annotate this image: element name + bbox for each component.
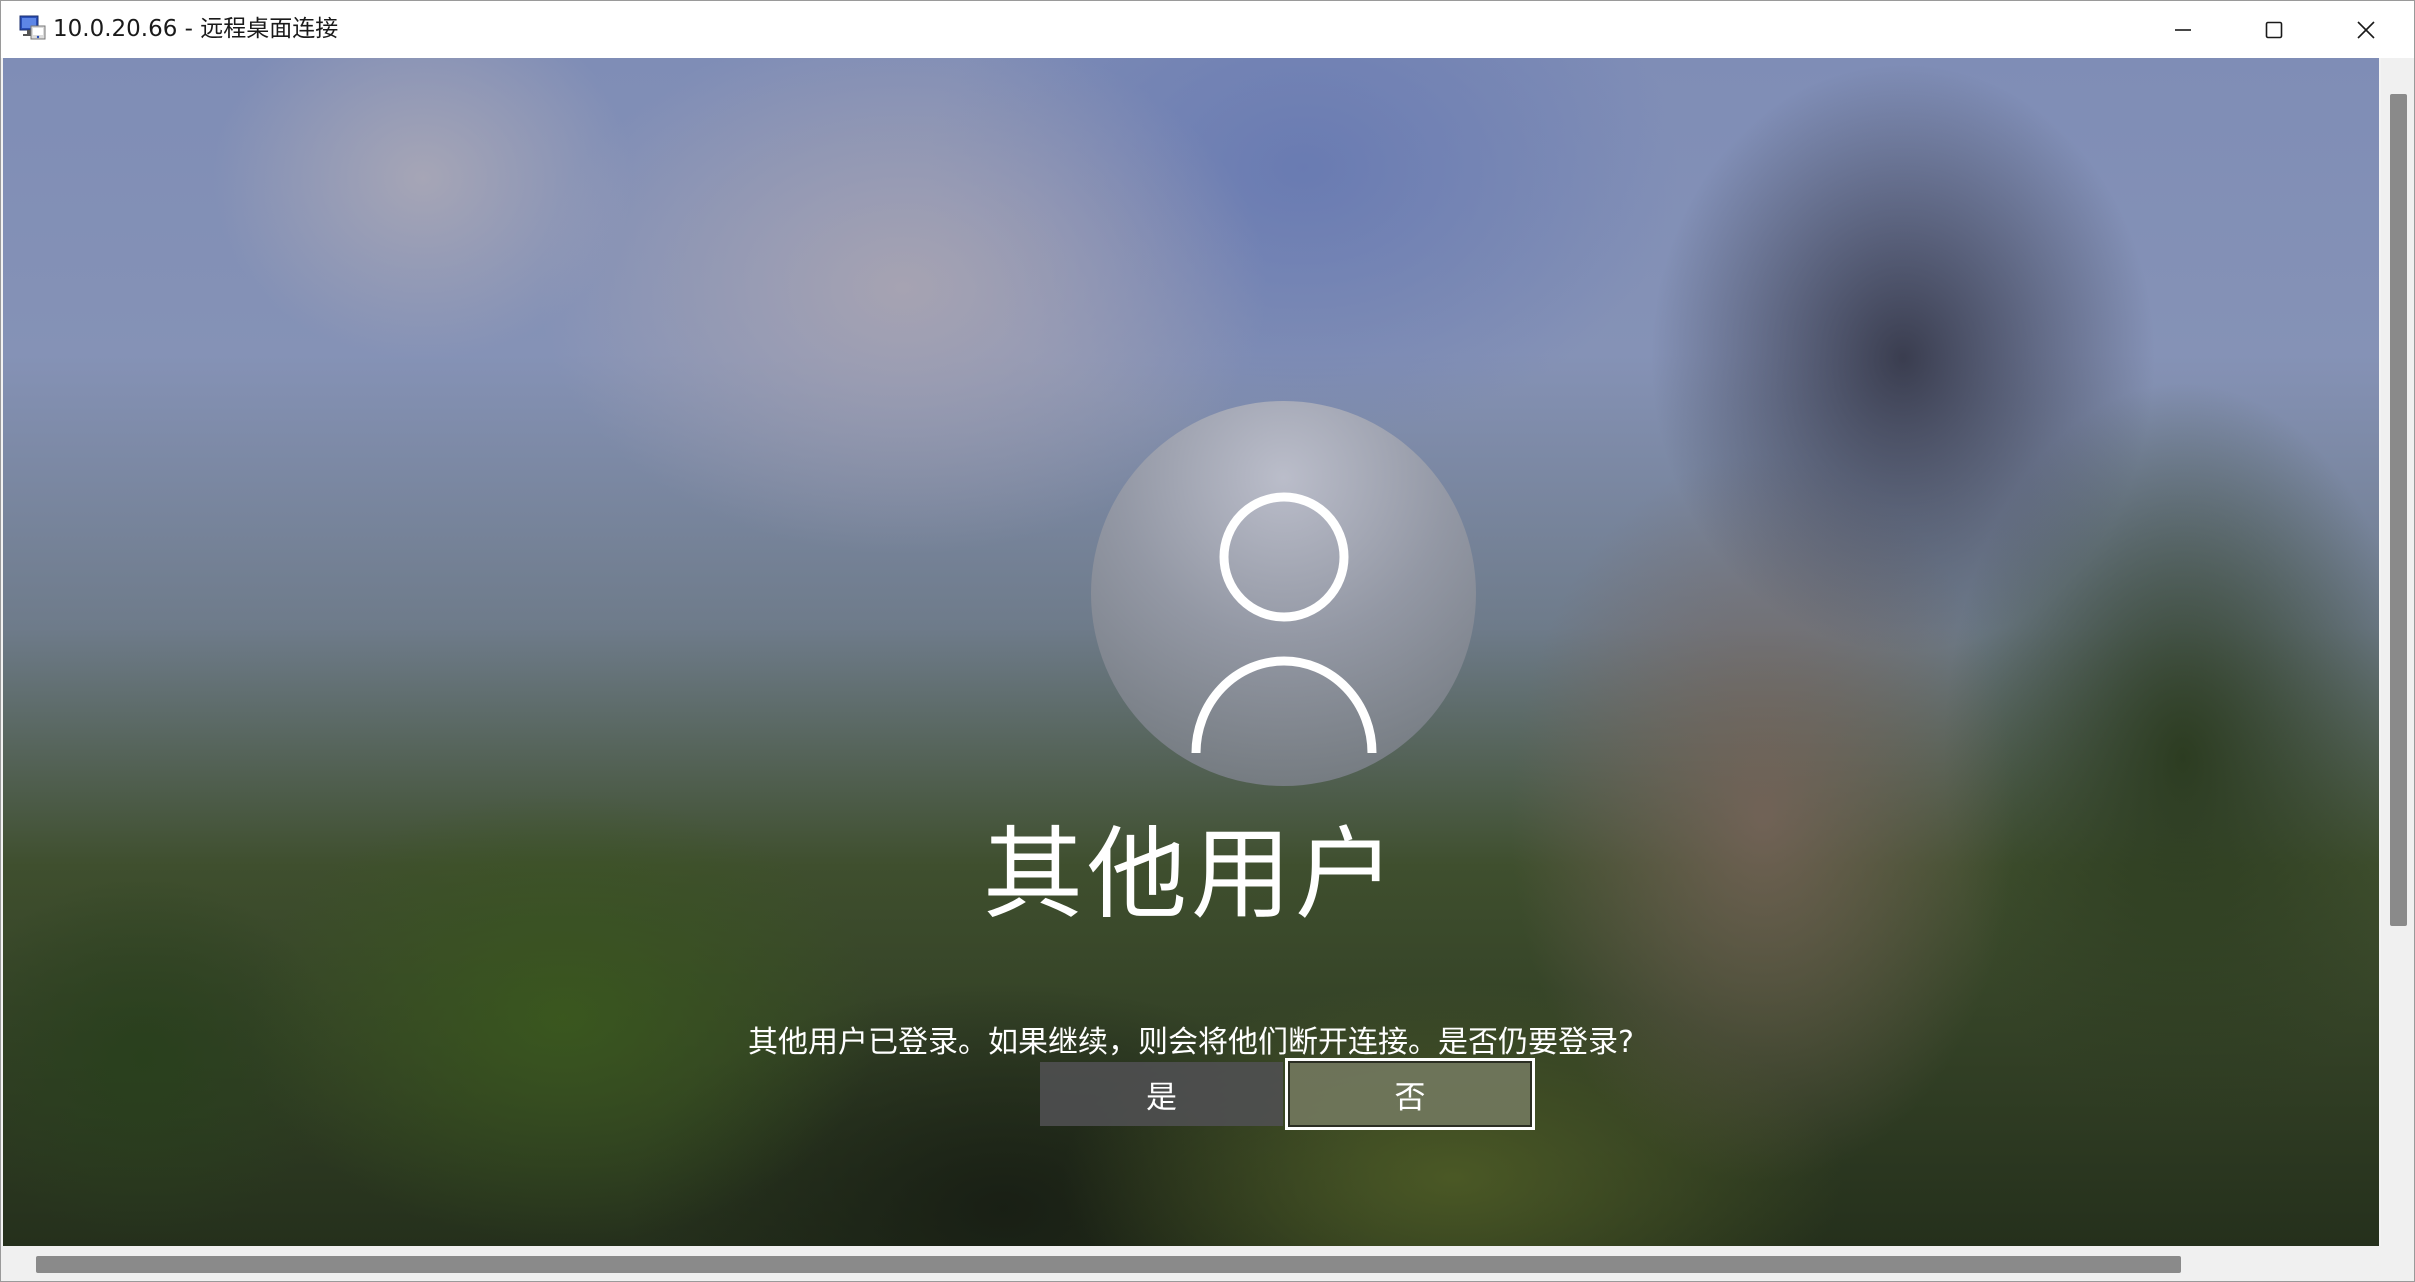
horizontal-scrollbar[interactable] xyxy=(1,1246,2381,1281)
horizontal-scroll-thumb[interactable] xyxy=(36,1256,2181,1273)
close-icon xyxy=(2357,20,2375,39)
yes-button[interactable]: 是 xyxy=(1040,1062,1283,1126)
resize-grip[interactable] xyxy=(2381,1246,2414,1281)
window-title: 10.0.20.66 - 远程桌面连接 xyxy=(53,16,339,42)
close-button[interactable] xyxy=(2321,1,2411,58)
vertical-scrollbar[interactable] xyxy=(2381,58,2414,1246)
login-warning-message: 其他用户已登录。如果继续，则会将他们断开连接。是否仍要登录? xyxy=(748,1025,1634,1060)
vertical-scroll-thumb[interactable] xyxy=(2390,94,2407,926)
maximize-button[interactable] xyxy=(2229,1,2319,58)
user-avatar xyxy=(1091,401,1476,786)
title-bar[interactable]: 10.0.20.66 - 远程桌面连接 xyxy=(1,1,2414,58)
user-name-heading: 其他用户 xyxy=(983,816,1399,933)
no-button[interactable]: 否 xyxy=(1285,1058,1535,1130)
maximize-icon xyxy=(2265,21,2283,38)
minimize-icon xyxy=(2175,28,2191,31)
minimize-button[interactable] xyxy=(2138,1,2228,58)
remote-desktop-icon xyxy=(19,15,46,40)
remote-desktop-window: 10.0.20.66 - 远程桌面连接 其他用户 其他用户已登录。如果继续，则会… xyxy=(0,0,2415,1282)
remote-session-screen[interactable]: 其他用户 其他用户已登录。如果继续，则会将他们断开连接。是否仍要登录? 是 否 xyxy=(3,58,2379,1246)
user-icon xyxy=(1191,492,1377,754)
